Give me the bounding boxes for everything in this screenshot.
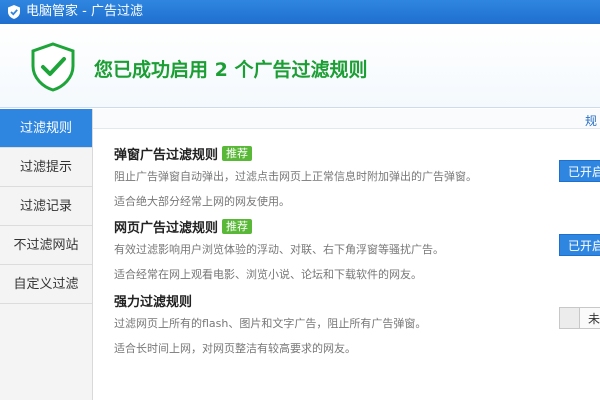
title-bar: 电脑管家 - 广告过滤: [0, 0, 600, 24]
strong-filter-toggle[interactable]: 未: [559, 307, 600, 329]
rules-link[interactable]: 规: [585, 112, 597, 129]
qq-pc-manager-shield-icon: [8, 5, 20, 19]
status-headline: 您已成功启用 2 个广告过滤规则: [94, 59, 368, 81]
rules-panel: 规 弹窗广告过滤规则 推荐 阻止广告弹窗自动弹出，过滤点击网页上正常信息时附加弹…: [93, 109, 600, 400]
sidebar-item-custom-filter[interactable]: 自定义过滤: [0, 265, 92, 304]
rule-page-ads: 网页广告过滤规则 推荐 有效过滤影响用户浏览体验的浮动、对联、右下角浮窗等骚扰广…: [114, 218, 594, 282]
rule-description: 阻止广告弹窗自动弹出，过滤点击网页上正常信息时附加弹出的广告弹窗。: [114, 170, 477, 183]
sidebar: 过滤规则 过滤提示 过滤记录 不过滤网站 自定义过滤: [0, 109, 93, 400]
recommended-badge: 推荐: [222, 145, 253, 161]
panel-top-strip: [93, 109, 600, 129]
rule-strong-filter: 强力过滤规则 过滤网页上所有的flash、图片和文字广告，阻止所有广告弹窗。 适…: [114, 292, 594, 356]
rule-description: 有效过滤影响用户浏览体验的浮动、对联、右下角浮窗等骚扰广告。: [114, 243, 444, 256]
rule-description: 过滤网页上所有的flash、图片和文字广告，阻止所有广告弹窗。: [114, 317, 427, 330]
rule-note: 适合长时间上网，对网页整洁有较高要求的网友。: [114, 342, 356, 355]
window-title: 电脑管家 - 广告过滤: [26, 4, 143, 19]
sidebar-item-filter-tips[interactable]: 过滤提示: [0, 148, 92, 187]
popup-ads-enabled-button[interactable]: 已开启: [559, 160, 600, 182]
status-header: 您已成功启用 2 个广告过滤规则: [0, 24, 600, 108]
rule-note: 适合经常在网上观看电影、浏览小说、论坛和下载软件的网友。: [114, 268, 422, 281]
rule-title: 弹窗广告过滤规则: [114, 147, 219, 163]
toggle-label: 未: [588, 312, 600, 326]
sidebar-item-filter-log[interactable]: 过滤记录: [0, 187, 92, 226]
sidebar-item-whitelist-sites[interactable]: 不过滤网站: [0, 226, 92, 265]
page-ads-enabled-button[interactable]: 已开启: [559, 234, 600, 256]
sidebar-item-filter-rules[interactable]: 过滤规则: [0, 109, 92, 148]
rule-popup-ads: 弹窗广告过滤规则 推荐 阻止广告弹窗自动弹出，过滤点击网页上正常信息时附加弹出的…: [114, 145, 594, 209]
toggle-knob: [560, 308, 580, 328]
shield-check-icon: [31, 42, 75, 92]
rule-title: 强力过滤规则: [114, 294, 193, 310]
recommended-badge: 推荐: [222, 218, 253, 234]
rule-note: 适合绝大部分经常上网的网友使用。: [114, 195, 290, 208]
rule-title: 网页广告过滤规则: [114, 220, 219, 236]
